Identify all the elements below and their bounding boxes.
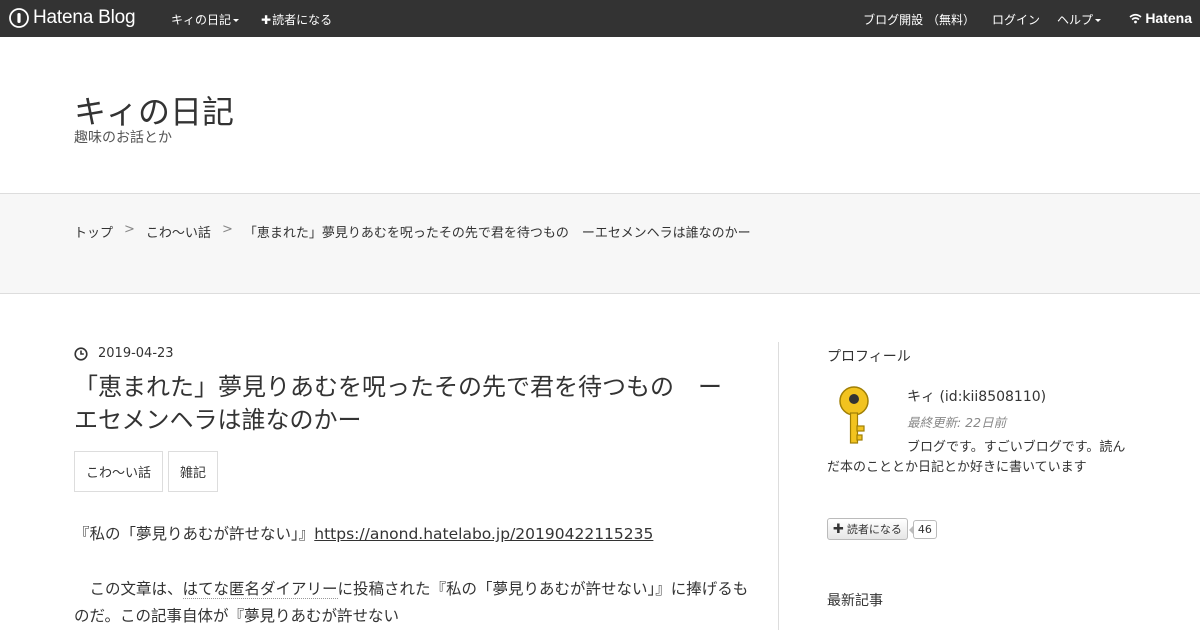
hatena-blog-logo-icon bbox=[9, 8, 29, 28]
subscriber-count[interactable]: 46 bbox=[908, 519, 937, 539]
clock-icon bbox=[74, 346, 88, 361]
open-blog-link[interactable]: ブログ開設 （無料） bbox=[863, 11, 975, 28]
subscribe-widget: ✚ 読者になる 46 bbox=[827, 518, 937, 540]
help-label: ヘルプ bbox=[1056, 13, 1093, 27]
recent-entries-heading: 最新記事 bbox=[827, 593, 883, 609]
profile-bio: ブログです。すごいブログです。読んだ本のこととか日記とか好きに書いています bbox=[827, 440, 1126, 475]
hatena-brand-link[interactable]: Hatena bbox=[1129, 10, 1192, 26]
profile-heading: プロフィール bbox=[827, 349, 911, 365]
entry-categories: こわ～い話 雑記 bbox=[74, 451, 219, 492]
breadcrumb: トップ > こわ～い話 > 「恵まれた」夢見りあむを呪ったその先で君を待つもの … bbox=[74, 222, 751, 241]
breadcrumb-band: トップ > こわ～い話 > 「恵まれた」夢見りあむを呪ったその先で君を待つもの … bbox=[0, 193, 1200, 294]
help-dropdown[interactable]: ヘルプ bbox=[1057, 11, 1101, 28]
login-link[interactable]: ログイン bbox=[992, 11, 1040, 28]
subscribe-button[interactable]: ✚ 読者になる bbox=[827, 518, 908, 540]
entry-date[interactable]: 2019-04-23 bbox=[74, 346, 174, 361]
breadcrumb-separator: > bbox=[221, 222, 233, 237]
entry-paragraph: 『私の「夢見りあむが許せない」』https://anond.hatelabo.j… bbox=[74, 522, 653, 544]
blog-menu-dropdown[interactable]: キィの日記 bbox=[171, 11, 240, 28]
topbar-subscribe-button[interactable]: ✚読者になる bbox=[261, 11, 332, 28]
hatena-blog-logo-text: Hatena Blog bbox=[33, 7, 136, 28]
chevron-down-icon bbox=[1095, 19, 1101, 22]
entry-paragraph: この文章は、はてな匿名ダイアリーに投稿された『私の「夢見りあむが許せない」』に捧… bbox=[74, 576, 754, 630]
keyword-link[interactable]: はてな匿名ダイアリー bbox=[182, 580, 338, 599]
blog-description: 趣味のお話とか bbox=[74, 130, 172, 146]
breadcrumb-separator: > bbox=[124, 222, 135, 237]
breadcrumb-top[interactable]: トップ bbox=[74, 222, 113, 241]
entry-date-text: 2019-04-23 bbox=[98, 346, 174, 361]
column-divider bbox=[778, 342, 779, 630]
hatena-brand-text: Hatena bbox=[1145, 10, 1192, 26]
global-header: Hatena Blog キィの日記 ✚読者になる ブログ開設 （無料） ログイン… bbox=[0, 0, 1200, 37]
entry-title[interactable]: 「恵まれた」夢見りあむを呪ったその先で君を待つもの ーエセメンヘラは誰なのかー bbox=[74, 371, 734, 437]
chevron-down-icon bbox=[233, 19, 240, 22]
topbar-subscribe-label: 読者になる bbox=[272, 13, 333, 27]
hatena-blog-logo[interactable]: Hatena Blog bbox=[9, 7, 136, 29]
plus-icon: ✚ bbox=[261, 13, 272, 27]
hatena-wifi-icon bbox=[1129, 13, 1142, 23]
author-name[interactable]: キィ (id:kii8508110) bbox=[907, 386, 1046, 406]
category-tag[interactable]: こわ～い話 bbox=[74, 451, 164, 492]
breadcrumb-category[interactable]: こわ～い話 bbox=[146, 222, 211, 241]
subscribe-button-label: 読者になる bbox=[846, 523, 902, 536]
breadcrumb-current: 「恵まれた」夢見りあむを呪ったその先で君を待つもの ーエセメンヘラは誰なのかー bbox=[243, 226, 751, 241]
plus-icon: ✚ bbox=[833, 521, 844, 537]
paragraph-text: この文章は、 bbox=[74, 580, 183, 598]
anond-link[interactable]: https://anond.hatelabo.jp/20190422115235 bbox=[314, 525, 653, 543]
quoted-title: 『私の「夢見りあむが許せない」』 bbox=[74, 525, 315, 543]
category-tag[interactable]: 雑記 bbox=[168, 451, 219, 492]
last-updated: 最終更新: 22日前 bbox=[907, 415, 1007, 430]
blog-menu-label: キィの日記 bbox=[171, 13, 232, 27]
